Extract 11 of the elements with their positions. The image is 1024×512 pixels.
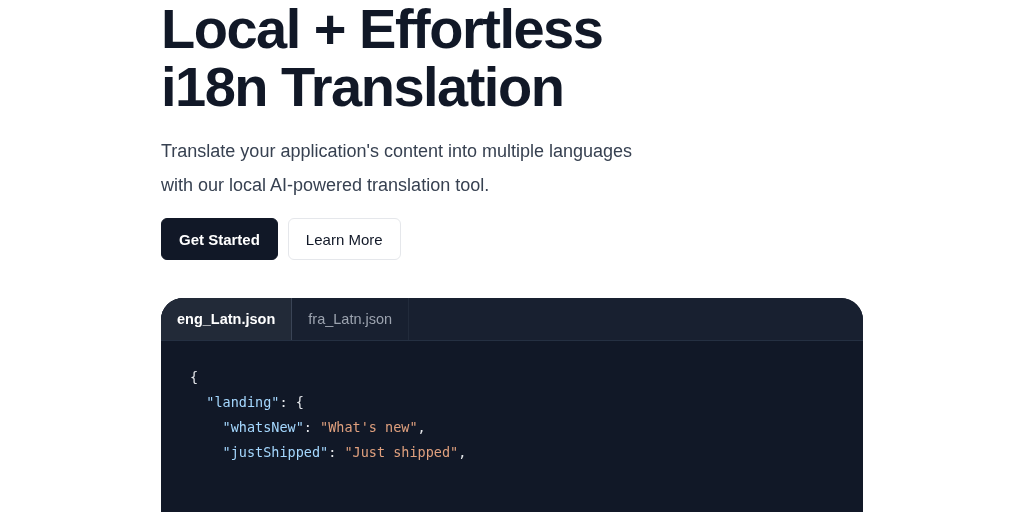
hero-heading: Local + Effortless [161, 0, 603, 58]
get-started-button[interactable]: Get Started [161, 218, 278, 260]
hero-heading: i18n Translation [161, 58, 564, 116]
file-tab[interactable]: fra_Latn.json [292, 298, 410, 340]
hero-description: Translate your application's content into multiple languages with our local AI-powered translation tool. [161, 140, 634, 197]
learn-more-button[interactable]: Learn More [287, 218, 401, 260]
code-line: "landing": { [205, 393, 305, 412]
code-line: "justShipped": "Just shipped", [221, 443, 468, 462]
file-tab[interactable]: eng_Latn.json [161, 298, 293, 340]
code-line: "whatsNew": "What's new", [221, 418, 427, 437]
code-line: { [190, 368, 200, 387]
